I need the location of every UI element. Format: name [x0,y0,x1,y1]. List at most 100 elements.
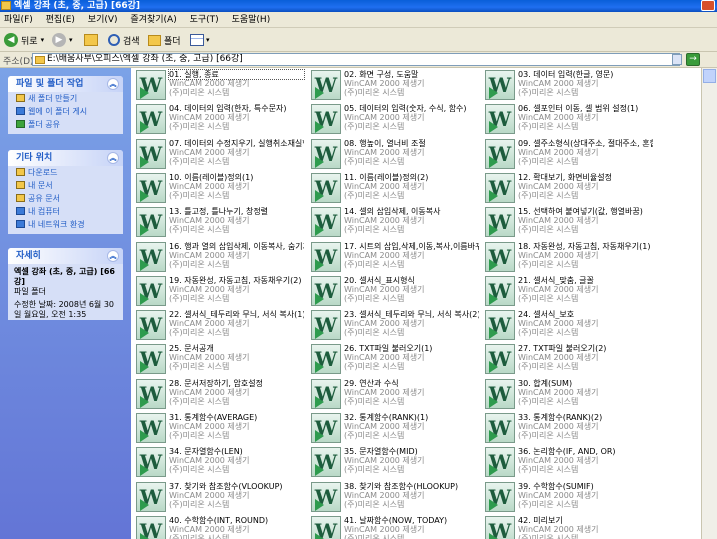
file-item[interactable]: W 28. 문서저장하기, 암호설정 WinCAM 2000 제생기 (주)미리온 시… [133,378,303,413]
play-arrow-icon [489,189,498,202]
collapse-icon[interactable]: ︽ [107,78,119,90]
place-shared-documents[interactable]: 공유 문서 [8,192,123,205]
play-arrow-icon [489,155,498,168]
network-icon [16,220,25,228]
file-item[interactable]: W 40. 수학함수(INT, ROUND) WinCAM 2000 제생기 (주)미… [133,515,304,539]
file-item[interactable]: W 31. 통계함수(AVERAGE) WinCAM 2000 제생기 (주)미리온 … [133,413,303,447]
up-folder-button[interactable] [84,31,98,49]
file-item[interactable]: W 41. 날짜함수(NOW, TODAY) WinCAM 2000 제생기 (주)미… [308,515,478,539]
play-arrow-icon [315,498,324,511]
file-item[interactable]: W 33. 통계함수(RANK)(2) WinCAM 2000 제생기 (주)미리온 … [482,413,652,447]
place-label: 내 문서 [28,181,53,190]
vertical-scrollbar[interactable] [701,68,717,539]
file-item[interactable]: W 25. 문서공개 WinCAM 2000 제생기 (주)미리온 시스템 [133,344,303,378]
file-item[interactable]: W 35. 문자열함수(MID) WinCAM 2000 제생기 (주)미리온 시스템 [308,447,478,481]
file-type: WinCAM 2000 제생기 [344,387,425,397]
file-item[interactable]: W 05. 데이터의 입력(숫자, 수식, 함수) WinCAM 2000 제생기(… [308,104,478,138]
folders-button[interactable]: 폴더 [148,31,181,49]
place-my-network[interactable]: 내 네트워크 환경 [8,218,123,231]
file-item[interactable]: W 27. TXT파일 불러오기(2) WinCAM 2000 제생기 (주)미리온 … [482,344,652,378]
place-label: 내 네트워크 환경 [28,220,85,229]
forward-button[interactable]: ▶ ▾ [52,31,73,49]
file-item[interactable]: W 15. 선택하여 붙여넣기(값, 행열바꿈) WinCAM 2000 제생기 (주… [482,207,652,241]
views-button[interactable]: ▾ [190,31,210,49]
file-item[interactable]: W17. 시트의 삽입,삭제,이동,복사,이름바꾸기,숨기기WinCAM 200… [308,241,479,276]
file-name: 13. 틀고정, 틀나누기, 창정렬 [169,207,269,217]
place-downloads[interactable]: 다운로드 [8,166,123,179]
file-item[interactable]: W09. 셀주소형식(상대주소, 절대주소, 혼합주소)WinCAM 2000 … [482,138,653,173]
wincam-file-icon: W [136,241,166,272]
menu-file[interactable]: 파일(F) [0,12,39,26]
file-item[interactable]: W 23. 셀서식_테두리와 무늬, 서식 복사(2) WinCAM 2000 제생… [308,310,479,344]
file-tasks-header[interactable]: 파일 및 폴더 작업 ︽ [8,76,123,92]
task-share-folder[interactable]: 폴더 공유 [8,118,123,131]
back-button[interactable]: ◀ 뒤로 ▾ [4,31,44,49]
file-item[interactable]: W 11. 이름(레이블)정의(2) WinCAM 2000 제생기 (주)미리온 시… [308,172,478,207]
file-item[interactable]: W 39. 수학함수(SUMIF) WinCAM 2000 제생기 (주)미리온 시스… [482,481,652,516]
new-folder-icon [16,94,25,102]
file-item[interactable]: W 20. 셀서식_표시형식 WinCAM 2000 제생기 (주)미리온 시스템 [308,275,478,310]
file-item[interactable]: W 19. 자동완성, 자동고침, 자동채우기(2) WinCAM 2000 제생기… [133,275,303,310]
collapse-icon[interactable]: ︽ [107,152,119,164]
menu-view[interactable]: 보기(V) [84,12,124,26]
file-item[interactable]: W 29. 연산과 수식 WinCAM 2000 제생기 (주)미리온 시스템 [308,378,478,413]
go-button[interactable]: → [686,53,700,66]
file-company: (주)미리온 시스템 [344,293,405,303]
file-item[interactable]: W 32. 통계함수(RANK)(1) WinCAM 2000 제생기 (주)미리온 … [308,413,478,447]
file-item[interactable]: W 10. 이름(레이블)정의(1) WinCAM 2000 제생기 (주)미리온 시… [133,172,303,207]
address-dropdown[interactable] [672,54,682,65]
file-type: WinCAM 2000 제생기 [169,422,250,431]
file-item[interactable]: W 42. 미리보기 WinCAM 2000 제생기 (주)미리온 시스템 [482,515,652,539]
wincam-file-icon: W [311,275,341,306]
file-item[interactable]: W 34. 문자열함수(LEN) WinCAM 2000 제생기 (주)미리온 시스템 [133,447,303,481]
file-item[interactable]: W 07. 데이터의 수정지우기, 실행취소재실행 WinCAM 2000 제생기(… [133,138,304,173]
file-item[interactable]: W 36. 논리함수(IF, AND, OR) WinCAM 2000 제생기 (주)… [482,447,652,481]
file-item[interactable]: W 24. 셀서식_보호 WinCAM 2000 제생기 (주)미리온 시스템 [482,310,652,344]
menu-help[interactable]: 도움말(H) [228,12,277,26]
search-button[interactable]: 검색 [108,31,140,49]
file-item[interactable]: W 21. 셀서식_맞춤, 글꼴 WinCAM 2000 제생기 (주)미리온 시스템 [482,275,652,310]
back-label: 뒤로 [21,36,38,47]
file-item[interactable]: W 12. 확대보기, 화면비율설정 WinCAM 2000 제생기 (주)미리온 시… [482,172,652,207]
file-text: 40. 수학함수(INT, ROUND) WinCAM 2000 제생기 (주)미리… [169,516,304,539]
file-item[interactable]: W 04. 데이터의 입력(한자, 특수문자) WinCAM 2000 제생기 (주)… [133,104,303,138]
file-item[interactable]: W 30. 합계(SUM) WinCAM 2000 제생기 (주)미리온 시스템 [482,378,652,413]
place-my-documents[interactable]: 내 문서 [8,179,123,192]
file-company: (주)미리온 시스템 [518,122,579,132]
wincam-file-icon: W [311,104,341,135]
menu-tools[interactable]: 도구(T) [186,12,225,26]
details-header[interactable]: 자세히 ︽ [8,248,123,264]
task-publish-web[interactable]: 웹에 이 폴더 게시 [8,105,123,118]
file-tasks-panel: 파일 및 폴더 작업 ︽ 새 폴더 만들기 웹에 이 폴더 게시 폴더 공유 [8,76,123,134]
file-item[interactable]: W 03. 데이터 입력(한글, 영문) WinCAM 2000 제생기 (주)미리온… [482,70,652,104]
other-places-header[interactable]: 기타 위치 ︽ [8,150,123,166]
close-button[interactable] [701,0,715,11]
file-item[interactable]: W 14. 셀의 삽입삭제, 이동복사 WinCAM 2000 제생기 (주)미리온 … [308,207,478,241]
file-name: 41. 날짜함수(NOW, TODAY) [344,515,448,525]
menu-edit[interactable]: 편집(E) [42,12,81,26]
scroll-up-button[interactable] [703,69,716,83]
chevron-down-icon: ▾ [40,36,45,44]
place-my-computer[interactable]: 내 컴퓨터 [8,205,123,218]
file-type: WinCAM 2000 제생기 [518,456,599,466]
collapse-icon[interactable]: ︽ [107,250,119,262]
file-item[interactable]: W 38. 찾기와 참조함수(HLOOKUP) WinCAM 2000 제생기 (주)… [308,481,478,516]
task-new-folder[interactable]: 새 폴더 만들기 [8,92,123,105]
file-item[interactable]: W 13. 틀고정, 틀나누기, 창정렬 WinCAM 2000 제생기 (주)미리온… [133,207,303,241]
file-item[interactable]: W 08. 행높이, 열너비 조절 WinCAM 2000 제생기 (주)미리온 시스… [308,138,478,173]
file-item[interactable]: W 22. 셀서식_테두리와 무늬, 서식 복사(1) WinCAM 2000 제생… [133,310,304,344]
file-item[interactable]: W 02. 화면 구성, 도움말 WinCAM 2000 제생기 (주)미리온 시스템 [308,70,478,104]
folders-icon [148,34,161,46]
file-item[interactable]: W 18. 자동완성, 자동고침, 자동채우기(1) WinCAM 2000 제생기… [482,241,652,276]
file-item[interactable]: W 37. 찾기와 참조함수(VLOOKUP) WinCAM 2000 제생기 (주)… [133,481,303,516]
menu-favorites[interactable]: 즐겨찾기(A) [126,12,182,26]
file-name: 20. 셀서식_표시형식 [344,275,415,285]
address-input[interactable]: E:\배움사부\오피스\엑셀 강좌 (초, 중, 고급) [66강] [32,53,680,66]
file-item[interactable]: W 26. TXT파일 불러오기(1) WinCAM 2000 제생기 (주)미리온 … [308,344,478,378]
file-item[interactable]: W 06. 셀포인터 이동, 셀 범위 설정(1) WinCAM 2000 제생기(… [482,104,652,138]
file-item[interactable]: W 16. 행과 열의 삽입삭제, 이동복사, 숨기기 WinCAM 2000 제생… [133,241,304,276]
play-arrow-icon [140,464,149,477]
play-arrow-icon [315,87,324,99]
file-name: 42. 미리보기 [518,515,563,525]
file-item[interactable]: W 01. 실행, 종료 WinCAM 2000 제생기 (주)미리온 시스템 [133,69,305,104]
